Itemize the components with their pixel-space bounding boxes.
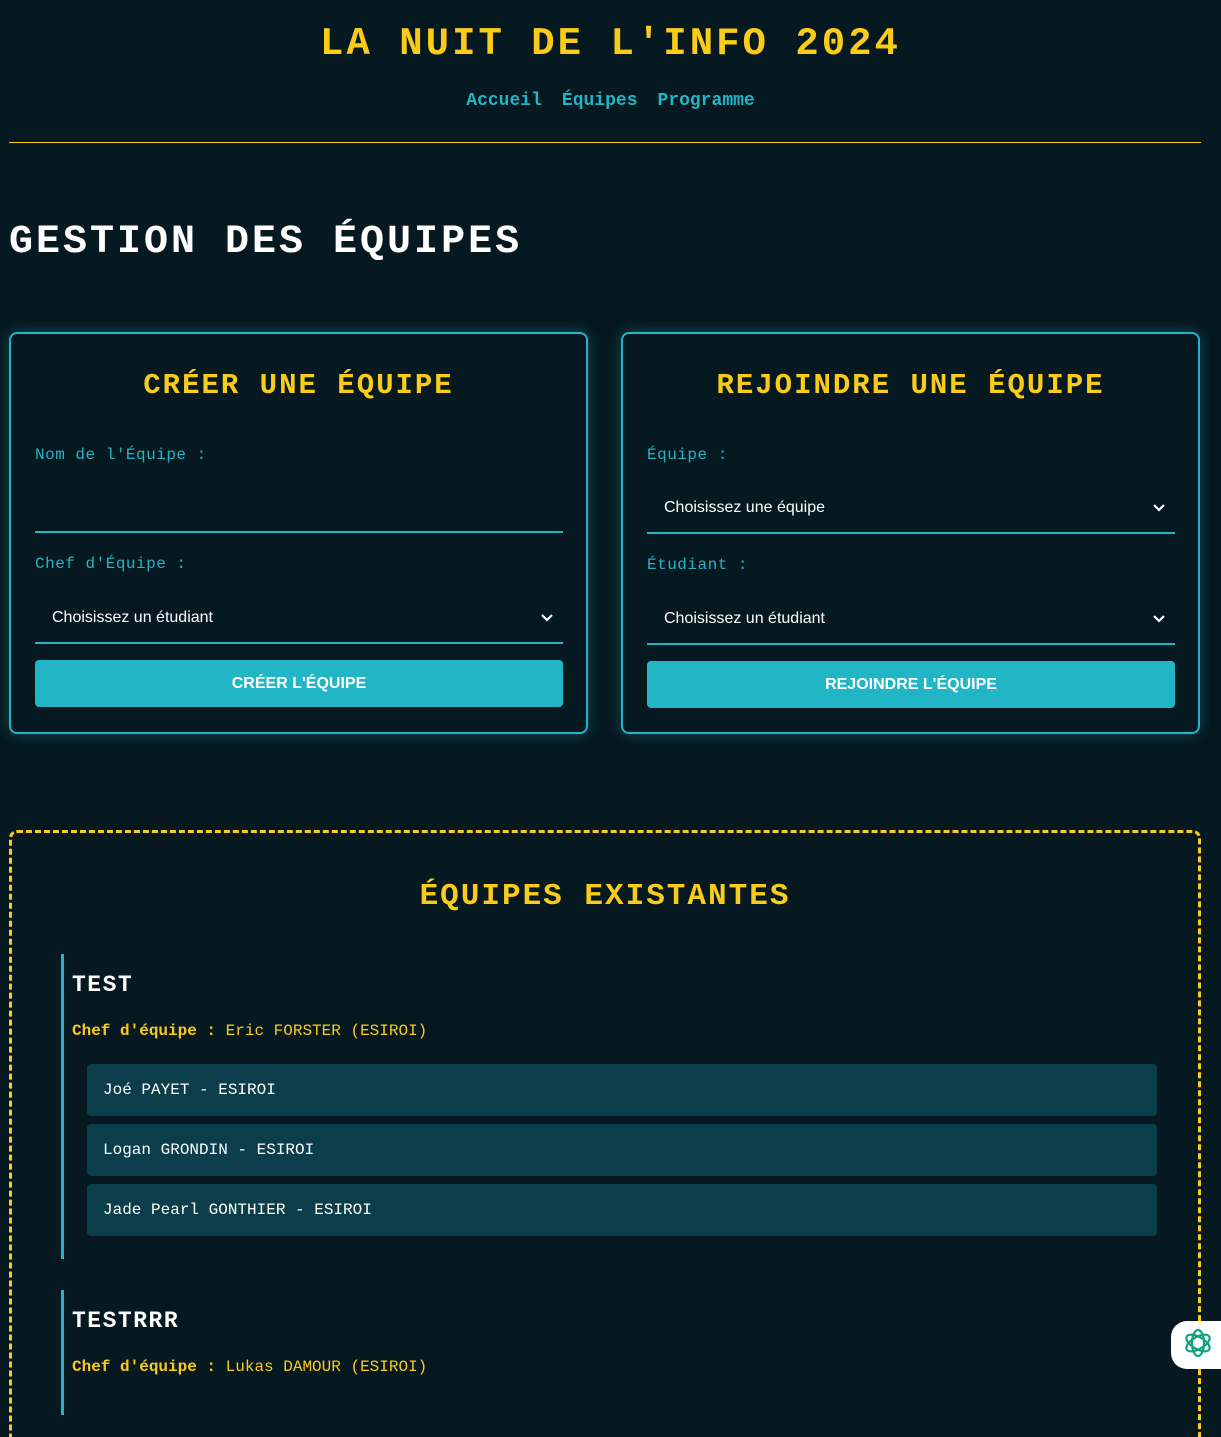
site-header: LA NUIT DE L'INFO 2024 Accueil Équipes P… [0,0,1221,111]
nav-programme[interactable]: Programme [658,91,755,111]
existing-teams-panel: ÉQUIPES EXISTANTES TEST Chef d'équipe : … [9,830,1201,1437]
create-team-title: CRÉER UNE ÉQUIPE [143,369,454,402]
nav-equipes[interactable]: Équipes [562,91,638,111]
leader-name: Eric FORSTER (ESIROI) [225,1022,428,1040]
create-team-button[interactable]: CRÉER L'ÉQUIPE [35,660,563,707]
team-name: TESTRRR [72,1308,180,1334]
join-team-card: REJOINDRE UNE ÉQUIPE Équipe : Choisissez… [621,332,1200,734]
chevron-down-icon [1153,612,1165,626]
chevron-down-icon [541,611,553,625]
join-student-select[interactable]: Choisissez un étudiant [647,595,1175,645]
header-divider [9,142,1201,143]
team-leader: Chef d'équipe : Eric FORSTER (ESIROI) [72,1022,428,1040]
join-team-selected: Choisissez une équipe [664,499,825,516]
list-item: Joé PAYET - ESIROI [87,1064,1157,1116]
create-team-card: CRÉER UNE ÉQUIPE Nom de l'Équipe : Chef … [9,332,588,734]
site-title: LA NUIT DE L'INFO 2024 [320,22,901,66]
member-list: Joé PAYET - ESIROI Logan GRONDIN - ESIRO… [87,1064,1161,1236]
list-item: Logan GRONDIN - ESIROI [87,1124,1157,1176]
chevron-down-icon [1153,501,1165,515]
team-leader-label: Chef d'Équipe : [35,555,187,573]
join-team-button[interactable]: REJOINDRE L'ÉQUIPE [647,661,1175,708]
team-name-label: Nom de l'Équipe : [35,446,207,464]
leader-prefix: Chef d'équipe [72,1358,197,1376]
team-card: TESTRRR Chef d'équipe : Lukas DAMOUR (ES… [61,1290,1161,1415]
leader-name: Lukas DAMOUR (ESIROI) [225,1358,428,1376]
nav-accueil[interactable]: Accueil [466,91,542,111]
list-item: Jade Pearl GONTHIER - ESIROI [87,1184,1157,1236]
main-nav: Accueil Équipes Programme [0,91,1221,111]
join-student-selected: Choisissez un étudiant [664,610,825,627]
join-student-label: Étudiant : [647,556,749,574]
team-leader-selected: Choisissez un étudiant [52,609,213,626]
team-leader: Chef d'équipe : Lukas DAMOUR (ESIROI) [72,1358,428,1376]
leader-prefix: Chef d'équipe [72,1022,197,1040]
team-name-input[interactable] [35,497,563,533]
team-card: TEST Chef d'équipe : Eric FORSTER (ESIRO… [61,954,1161,1259]
team-name: TEST [72,972,134,998]
existing-teams-title: ÉQUIPES EXISTANTES [419,879,791,914]
join-team-title: REJOINDRE UNE ÉQUIPE [716,369,1105,402]
page-title: GESTION DES ÉQUIPES [9,220,523,265]
assistant-button[interactable] [1171,1321,1221,1369]
join-team-select[interactable]: Choisissez une équipe [647,484,1175,534]
openai-knot-icon [1181,1326,1215,1364]
team-leader-select[interactable]: Choisissez un étudiant [35,594,563,644]
join-team-label: Équipe : [647,446,728,464]
